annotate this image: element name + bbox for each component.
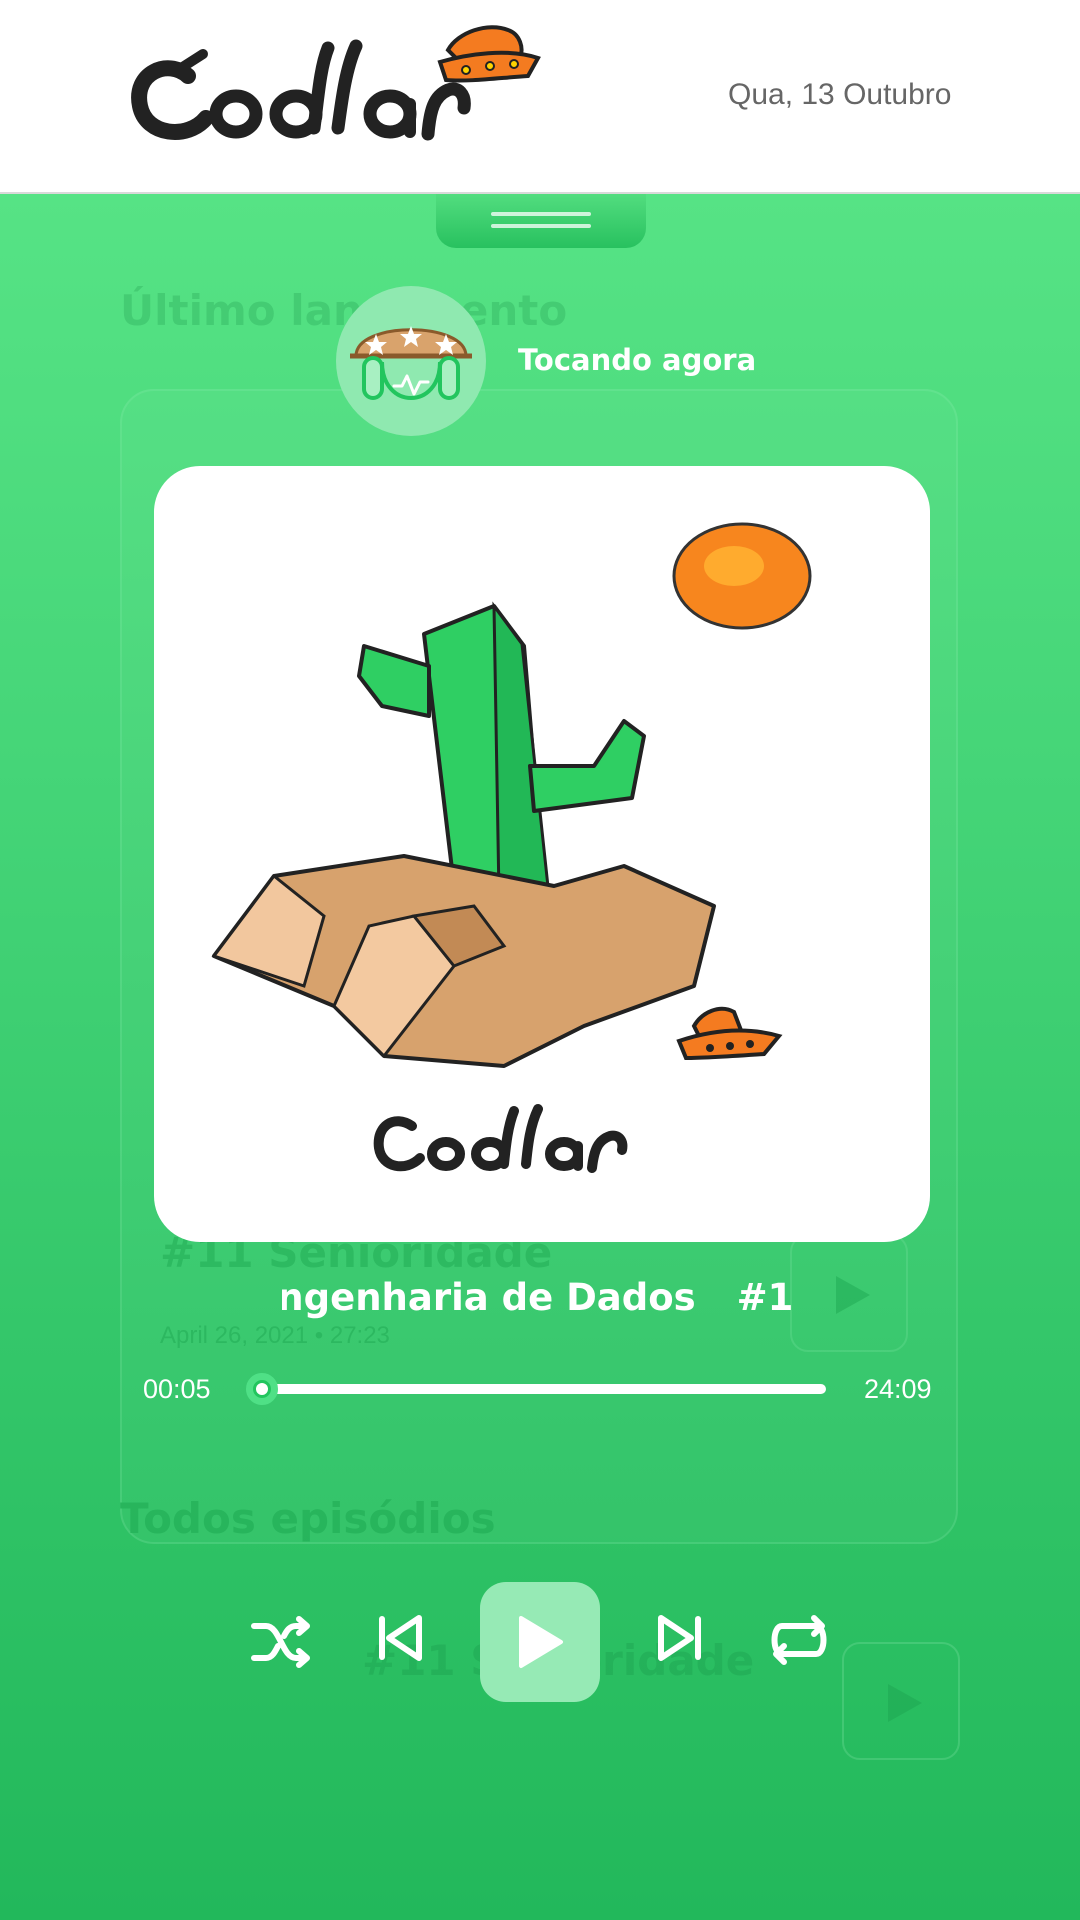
next-icon [658,1615,701,1661]
next-button[interactable] [650,1608,710,1668]
shuffle-button[interactable] [248,1612,314,1672]
play-button[interactable] [480,1582,600,1702]
cactus-cover-illustration [211,522,812,1173]
progress-slider[interactable] [245,1373,826,1405]
current-time: 00:05 [143,1374,211,1404]
podcast-helmet-icon [350,326,472,400]
total-time: 24:09 [864,1374,932,1404]
now-playing-label: Tocando agora [518,343,757,377]
progress-thumb[interactable] [245,1373,278,1405]
play-icon [888,1684,922,1722]
episode-title-marquee: Engenharia de Dados #11 Tríade do Ciênci… [282,1276,794,1332]
play-icon [836,1276,870,1314]
marquee-item: #11 Tríade do Ciência de Dados [736,1276,794,1319]
shuffle-icon [251,1616,310,1668]
all-episodes-title: Todos episódios [120,1494,496,1543]
drag-handle[interactable] [436,194,646,248]
app-header: Qua, 13 Outubro [0,0,1080,194]
play-icon [519,1616,563,1668]
repeat-button[interactable] [766,1610,832,1670]
codar-logo[interactable] [128,18,568,148]
player-overlay: Último lançamento #11 Senioridade April … [0,194,1080,1920]
episode-cover-art [154,466,930,1242]
list-play-button[interactable] [842,1642,960,1760]
latest-play-button[interactable] [790,1234,908,1352]
current-date: Qua, 13 Outubro [728,78,952,111]
previous-button[interactable] [370,1608,430,1668]
repeat-icon [771,1615,827,1665]
marquee-item: Engenharia de Dados [282,1276,696,1319]
now-playing-avatar [336,286,486,436]
previous-icon [379,1615,422,1661]
